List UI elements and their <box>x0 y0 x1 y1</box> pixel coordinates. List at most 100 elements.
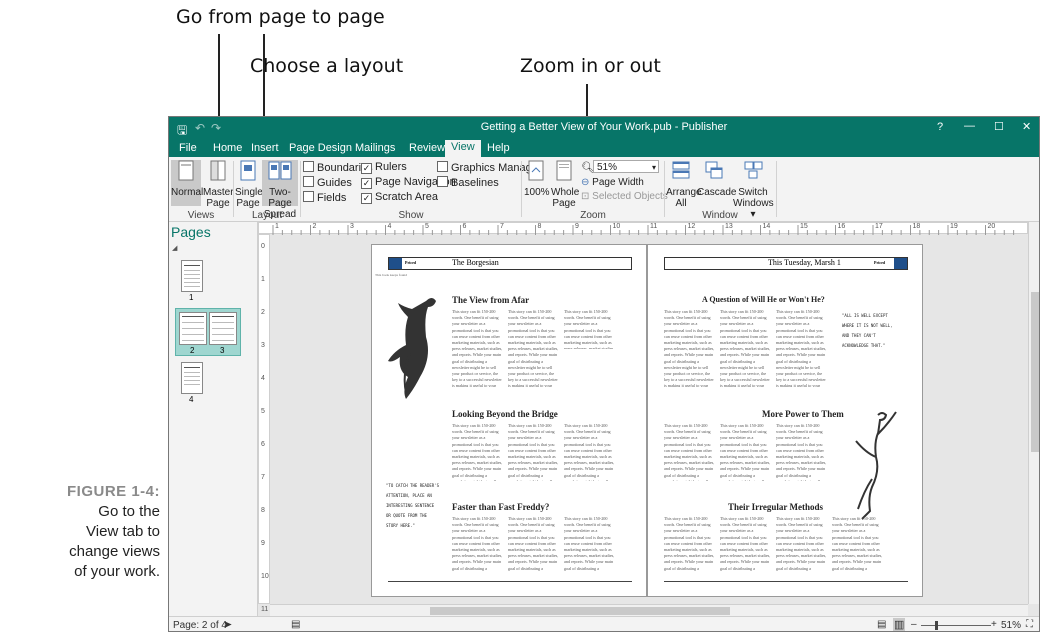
ruler-label: 1 <box>261 276 265 283</box>
article-body: This story can fit 150-200 words. One be… <box>720 516 771 572</box>
master-page-button[interactable]: Master Page <box>203 160 234 209</box>
ruler-label: 1 <box>275 223 279 230</box>
restore-button[interactable]: ☐ <box>994 120 1004 133</box>
arrange-all-button[interactable]: Arrange All <box>666 160 702 209</box>
show-group-label: Show <box>398 210 424 221</box>
single-page-view-icon[interactable]: ▤ <box>877 619 886 630</box>
normal-view-button[interactable]: Normal <box>171 160 204 206</box>
ruler-label: 5 <box>261 408 265 415</box>
switch-windows-icon <box>744 161 763 179</box>
article-body: This story can fit 150-200 words. One be… <box>832 516 883 572</box>
article-heading-3: Faster than Fast Freddy? <box>452 502 550 512</box>
pull-quote: "ALL IS WELL EXCEPT WHERE IT IS NOT WELL… <box>842 313 893 348</box>
tab-insert[interactable]: Insert <box>245 141 285 155</box>
zoom-100-button[interactable]: 100% <box>524 160 550 198</box>
zoom-value: 51% <box>597 162 618 173</box>
article-body: This story can fit 150-200 words. One be… <box>664 423 715 481</box>
article-body: This story can fit 150-200 words. One be… <box>664 516 715 572</box>
thumb-line <box>182 340 204 341</box>
window-title: Getting a Better View of Your Work.pub -… <box>480 121 728 133</box>
article-body: This story can fit 150-200 words. One be… <box>564 309 615 349</box>
publisher-window: 🖫 ↶ ↷ Getting a Better View of Your Work… <box>168 116 1040 632</box>
workspace: 1 2 3 4 5 6 7 8 9 10 11 12 13 14 15 16 17 18 19 20 01234567… <box>258 222 1039 617</box>
cascade-button[interactable]: Cascade <box>697 160 736 198</box>
pages-pane: Pages ◢ 1 2 3 4 <box>169 222 258 616</box>
zoom-slider-track[interactable] <box>921 625 991 626</box>
page-left[interactable]: Priced The Borgesian This book keeps fou… <box>371 244 647 597</box>
ruler-label: 5 <box>425 223 429 230</box>
footer-rule <box>664 581 908 582</box>
zoom-percentage[interactable]: 51% <box>1001 620 1021 631</box>
tab-page-design[interactable]: Page Design <box>283 141 358 155</box>
fields-checkbox[interactable]: Fields <box>303 191 346 204</box>
tab-home[interactable]: Home <box>207 141 248 155</box>
horizontal-ruler[interactable]: 1 2 3 4 5 6 7 8 9 10 11 12 13 14 15 16 17 18 19 20 <box>258 222 1028 235</box>
article-body: This story can fit 150-200 words. One be… <box>776 516 827 572</box>
page-thumbnail-2 <box>179 312 207 345</box>
thumb-line <box>184 270 200 271</box>
master-label-1: Master <box>203 187 234 198</box>
baselines-checkbox[interactable]: Baselines <box>437 176 499 189</box>
vertical-scrollbar[interactable] <box>1028 222 1039 604</box>
ruler-label: 8 <box>537 223 542 230</box>
object-position-icon: ▤ <box>291 619 301 630</box>
vertical-ruler[interactable]: 0 1 2 3 4 5 6 7 8 9 10 11 <box>258 234 270 613</box>
article-body: This story can fit 150-200 words. One be… <box>664 309 715 387</box>
two-page-view-icon[interactable]: ▥ <box>893 618 906 631</box>
two-page-spread-button[interactable]: Two-Page Spread <box>262 160 298 220</box>
ruler-label: 4 <box>261 375 265 382</box>
figure-caption: FIGURE 1-4: Go to the View tab to change… <box>0 482 160 582</box>
ruler-label: 7 <box>500 223 504 230</box>
ruler-label: 10 <box>261 573 269 580</box>
selected-objects-button[interactable]: ⊡ Selected Objects <box>581 191 668 202</box>
article-body: This story can fit 150-200 words. One be… <box>776 423 827 481</box>
single-label-1: Single <box>235 187 263 198</box>
fit-page-icon[interactable]: ⛶ <box>1026 619 1033 630</box>
tab-review[interactable]: Review <box>403 141 451 155</box>
page-thumbnail-1[interactable] <box>181 260 203 292</box>
page-indicator[interactable]: Page: 2 of 4 <box>173 620 227 631</box>
scrollbar-thumb[interactable] <box>430 607 730 615</box>
tab-help[interactable]: Help <box>481 141 516 155</box>
tab-file[interactable]: File <box>173 141 203 155</box>
cursor-icon: ➤ <box>223 619 233 631</box>
article-body: This story can fit 150-200 words. One be… <box>776 309 827 387</box>
minimize-button[interactable]: — <box>964 120 975 132</box>
zoom-in-button[interactable]: + <box>991 619 997 630</box>
help-icon[interactable]: ? <box>937 121 943 133</box>
fields-label: Fields <box>317 192 347 204</box>
whole-page-button[interactable]: Whole Page <box>551 160 579 209</box>
rulers-checkbox[interactable]: ✓ Rulers <box>361 161 407 174</box>
page-width-button[interactable]: ⊖ Page Width <box>581 177 644 188</box>
ruler-label: 7 <box>261 474 265 481</box>
close-button[interactable]: ✕ <box>1022 120 1031 133</box>
article-body: This story can fit 150-200 words. One be… <box>508 516 559 572</box>
check-icon: ✓ <box>361 163 372 174</box>
ruler-label: 3 <box>350 223 354 230</box>
page-thumbnail-spread-2-3[interactable]: 2 3 <box>175 308 241 356</box>
figure-illustration <box>388 298 436 399</box>
collapse-icon[interactable]: ◢ <box>172 244 177 252</box>
single-label-2: Page <box>236 198 260 209</box>
guides-checkbox[interactable]: Guides <box>303 176 352 189</box>
tab-mailings[interactable]: Mailings <box>349 141 401 155</box>
article-body: This story can fit 150-200 words. One be… <box>508 309 559 387</box>
page-width-label: Page Width <box>592 177 644 188</box>
scrollbar-thumb[interactable] <box>1031 292 1039 452</box>
normal-label: Normal <box>171 187 204 198</box>
cascade-icon <box>705 161 723 179</box>
thumb-line <box>184 265 200 266</box>
caption-line: change views <box>69 543 160 560</box>
scratch-area-checkbox[interactable]: ✓ Scratch Area <box>361 191 438 204</box>
zoom-slider-thumb[interactable] <box>935 621 938 630</box>
page-right[interactable]: This Tuesday, Marsh 1 Priced A Question … <box>647 244 923 597</box>
thumb-line <box>184 372 200 373</box>
zoom-combobox[interactable]: 51% ▾ <box>593 160 659 173</box>
page-thumbnail-4[interactable] <box>181 362 203 394</box>
zoom-out-button[interactable]: – <box>911 619 917 630</box>
tab-view[interactable]: View <box>445 140 481 157</box>
single-page-button[interactable]: Single Page <box>235 160 263 209</box>
chevron-down-icon[interactable]: ▾ <box>652 161 656 174</box>
ruler-label: 2 <box>261 309 265 316</box>
thumb-line <box>212 334 234 335</box>
